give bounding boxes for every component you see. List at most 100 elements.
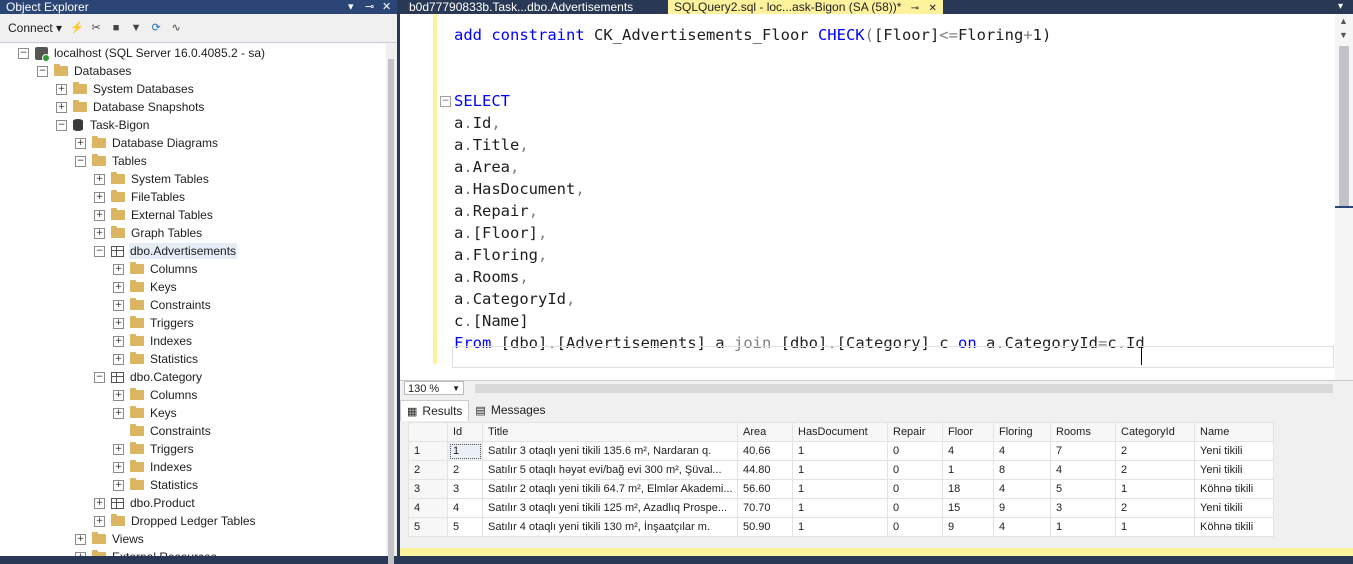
tree-node[interactable]: + Indexes [113, 458, 192, 476]
row-number[interactable]: 2 [408, 460, 448, 480]
expand-icon[interactable]: + [56, 101, 67, 113]
code-line[interactable]: SELECT [454, 90, 510, 112]
tree-node[interactable]: + Graph Tables [94, 224, 202, 242]
tab-overflow-icon[interactable]: ▾ [1338, 0, 1343, 14]
grid-cell[interactable]: 1 [1115, 517, 1195, 537]
grid-cell[interactable]: 4 [993, 517, 1051, 537]
table-row[interactable]: 3 3 Satılır 2 otaqlı yeni tikili 64.7 m², … [408, 479, 1274, 499]
grid-cell[interactable]: 0 [887, 517, 943, 537]
grid-cell[interactable]: 0 [887, 479, 943, 499]
grid-corner[interactable] [408, 422, 448, 442]
grid-cell[interactable]: 1 [792, 479, 888, 499]
expand-icon[interactable]: + [113, 407, 124, 419]
connect-button[interactable]: Connect ▾ [8, 21, 62, 35]
grid-cell[interactable]: 9 [942, 517, 994, 537]
grid-cell[interactable]: Köhnə tikili [1194, 517, 1274, 537]
tab-advertisements-table[interactable]: b0d77790833b.Task...dbo.Advertisements [403, 0, 639, 14]
expand-icon[interactable]: + [113, 443, 124, 455]
collapse-icon[interactable]: − [75, 155, 86, 167]
expand-icon[interactable]: + [113, 353, 124, 365]
expand-icon[interactable]: + [94, 497, 105, 509]
tree-node[interactable]: + Triggers [113, 440, 194, 458]
split-icon[interactable]: ▼ [1339, 30, 1348, 40]
grid-cell[interactable]: 1 [1050, 517, 1116, 537]
tree-scrollbar-thumb[interactable] [388, 59, 394, 564]
row-number[interactable]: 4 [408, 498, 448, 518]
tab-results[interactable]: ▦ Results [400, 400, 470, 421]
pin-icon[interactable]: ⊸ [365, 0, 374, 14]
grid-cell[interactable]: 4 [1050, 460, 1116, 480]
expand-icon[interactable]: + [113, 317, 124, 329]
dropdown-icon[interactable]: ▾ [348, 0, 354, 14]
row-number[interactable]: 1 [408, 441, 448, 461]
tree-node[interactable]: + Columns [113, 260, 197, 278]
expand-icon[interactable]: + [113, 263, 124, 275]
grid-cell[interactable]: 5 [447, 517, 483, 537]
close-icon[interactable]: ✕ [382, 0, 391, 14]
zoom-select[interactable]: 130 % ▼ [404, 381, 464, 395]
expand-icon[interactable]: + [94, 227, 105, 239]
expand-icon[interactable]: + [113, 461, 124, 473]
tree-node[interactable]: + Constraints [113, 296, 211, 314]
grid-cell[interactable]: 1 [792, 517, 888, 537]
results-grid[interactable]: Id Title Area HasDocument Repair Floor Floring… [408, 422, 1274, 537]
grid-cell[interactable]: Yeni tikili [1194, 441, 1274, 461]
table-row[interactable]: 2 2 Satılır 5 otaqlı həyət evi/bağ evi 300… [408, 460, 1274, 480]
connect-plug-icon[interactable]: ⚡ [70, 22, 84, 34]
refresh-icon[interactable]: ⟳ [150, 22, 162, 34]
grid-cell[interactable]: 1 [447, 441, 483, 461]
grid-cell[interactable]: 44.80 [737, 460, 793, 480]
collapse-icon[interactable]: − [37, 65, 48, 77]
activity-monitor-icon[interactable]: ∿ [170, 22, 182, 34]
column-header[interactable]: Name [1194, 422, 1274, 442]
editor-scrollbar-thumb[interactable] [1339, 46, 1349, 206]
grid-cell[interactable]: 8 [993, 460, 1051, 480]
column-header[interactable]: Id [447, 422, 483, 442]
collapse-icon[interactable]: − [56, 119, 67, 131]
column-header[interactable]: Area [737, 422, 793, 442]
tree-node[interactable]: + Dropped Ledger Tables [94, 512, 256, 530]
stop-icon[interactable]: ■ [110, 22, 122, 34]
grid-cell[interactable]: 3 [447, 479, 483, 499]
tree-node[interactable]: + Indexes [113, 332, 192, 350]
column-header[interactable]: Floring [993, 422, 1051, 442]
tree-node[interactable]: + Triggers [113, 314, 194, 332]
table-row[interactable]: 1 1 Satılır 3 otaqlı yeni tikili 135.6 m²,… [408, 441, 1274, 461]
tree-node[interactable]: − dbo.Category [94, 368, 202, 386]
scroll-up-icon[interactable]: ▲ [1339, 16, 1348, 26]
grid-cell[interactable]: Satılır 2 otaqlı yeni tikili 64.7 m², El… [482, 479, 738, 499]
grid-cell[interactable]: 0 [887, 441, 943, 461]
expand-icon[interactable]: + [75, 533, 86, 545]
code-line[interactable]: a.HasDocument, [454, 178, 585, 200]
filter-icon[interactable]: ▼ [130, 22, 142, 34]
tab-sqlquery2[interactable]: SQLQuery2.sql - loc...ask-Bigon (SA (58)… [668, 0, 943, 14]
expand-icon[interactable]: + [94, 191, 105, 203]
grid-cell[interactable]: Yeni tikili [1194, 498, 1274, 518]
tree-node[interactable]: + Views [75, 530, 144, 548]
close-icon[interactable]: ✕ [929, 3, 937, 14]
expand-icon[interactable]: + [75, 551, 86, 556]
code-line[interactable]: a.Title, [454, 134, 529, 156]
tree-node[interactable]: + Keys [113, 404, 177, 422]
column-header[interactable]: CategoryId [1115, 422, 1195, 442]
grid-cell[interactable]: 7 [1050, 441, 1116, 461]
expand-icon[interactable]: + [113, 389, 124, 401]
grid-cell[interactable]: Köhnə tikili [1194, 479, 1274, 499]
code-line[interactable]: a.Rooms, [454, 266, 529, 288]
tree-node[interactable]: − localhost (SQL Server 16.0.4085.2 - sa) [18, 44, 265, 62]
grid-cell[interactable]: 4 [993, 479, 1051, 499]
grid-cell[interactable]: 70.70 [737, 498, 793, 518]
grid-cell[interactable]: 4 [993, 441, 1051, 461]
row-number[interactable]: 5 [408, 517, 448, 537]
disconnect-icon[interactable]: ✂ [90, 22, 102, 34]
expand-icon[interactable]: + [75, 137, 86, 149]
grid-cell[interactable]: 9 [993, 498, 1051, 518]
tree-node[interactable]: + Columns [113, 386, 197, 404]
column-header[interactable]: Title [482, 422, 738, 442]
code-line[interactable]: a.CategoryId, [454, 288, 575, 310]
grid-cell[interactable]: Satılır 3 otaqlı yeni tikili 135.6 m², N… [482, 441, 738, 461]
code-line[interactable]: c.[Name] [454, 310, 529, 332]
grid-cell[interactable]: 3 [1050, 498, 1116, 518]
grid-cell[interactable]: 4 [942, 441, 994, 461]
expand-icon[interactable]: + [113, 479, 124, 491]
